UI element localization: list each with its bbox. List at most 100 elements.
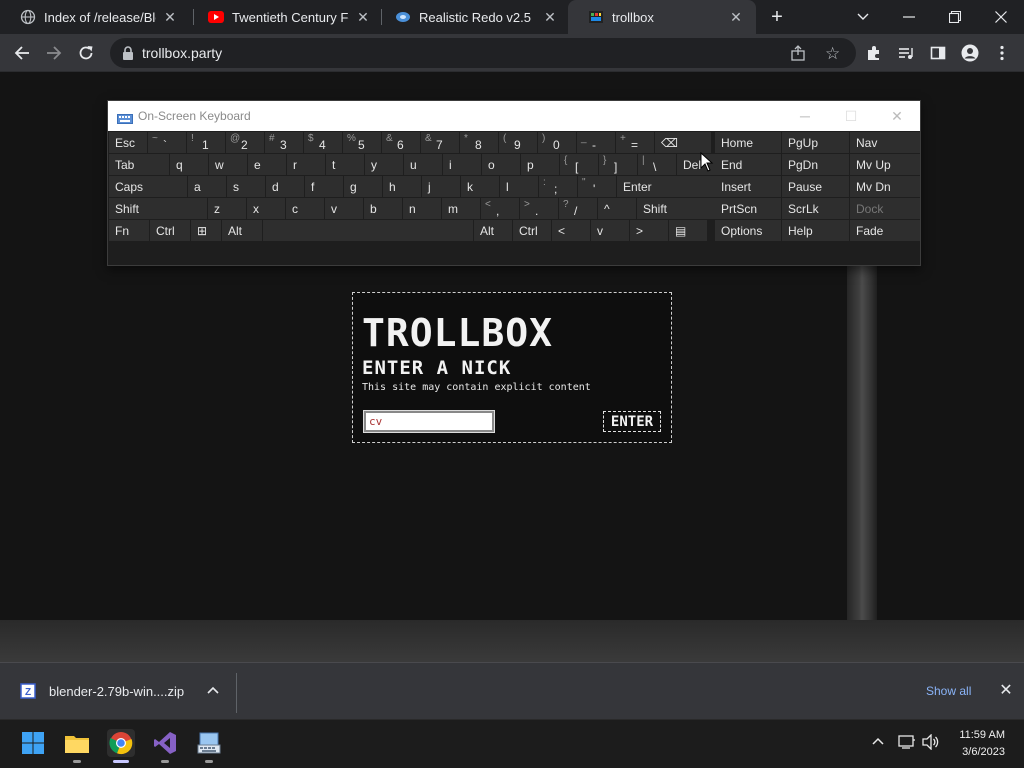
close-icon[interactable]: ✕	[997, 681, 1015, 699]
key-space[interactable]	[263, 220, 473, 241]
network-icon[interactable]	[898, 734, 916, 753]
key-tab[interactable]: Tab	[109, 154, 169, 175]
key-pause[interactable]: Pause	[782, 176, 849, 197]
enter-button[interactable]: ENTER	[603, 411, 661, 432]
key-b[interactable]: b	[364, 198, 402, 219]
key-l[interactable]: l	[500, 176, 538, 197]
lock-icon[interactable]	[120, 45, 136, 61]
key-`[interactable]: ~ `	[148, 132, 186, 153]
key-5[interactable]: % 5	[343, 132, 381, 153]
key-a[interactable]: a	[188, 176, 226, 197]
minimize-button[interactable]	[886, 0, 932, 34]
download-filename[interactable]: blender-2.79b-win....zip	[49, 684, 184, 699]
key-shift[interactable]: Shift	[109, 198, 207, 219]
key-q[interactable]: q	[170, 154, 208, 175]
close-window-button[interactable]	[978, 0, 1024, 34]
key-caps[interactable]: Caps	[109, 176, 187, 197]
key-[interactable]: ⌫	[655, 132, 711, 153]
tab-realistic-redo[interactable]: Realistic Redo v2.5 ✕	[375, 0, 570, 34]
key-z[interactable]: z	[208, 198, 246, 219]
key-r[interactable]: r	[287, 154, 325, 175]
key-n[interactable]: n	[403, 198, 441, 219]
key-o[interactable]: o	[482, 154, 520, 175]
key-6[interactable]: & 6	[382, 132, 420, 153]
visual-studio-icon[interactable]	[151, 729, 179, 757]
key-.[interactable]: >.	[520, 198, 558, 219]
key-c[interactable]: c	[286, 198, 324, 219]
key-insert[interactable]: Insert	[715, 176, 781, 197]
key-enter[interactable]: Enter	[617, 176, 725, 197]
key-e[interactable]: e	[248, 154, 286, 175]
volume-icon[interactable]	[922, 733, 940, 753]
file-explorer-icon[interactable]	[63, 729, 91, 757]
back-button[interactable]	[10, 41, 34, 65]
tab-blender-index[interactable]: Index of /release/Blend ✕	[0, 0, 190, 34]
key-u[interactable]: u	[404, 154, 442, 175]
key-mvdn[interactable]: Mv Dn	[850, 176, 920, 197]
key-v[interactable]: v	[591, 220, 629, 241]
key-pgup[interactable]: PgUp	[782, 132, 849, 153]
tab-search-button[interactable]	[840, 0, 886, 34]
osk-maximize-button[interactable]: ☐	[828, 101, 874, 131]
key-end[interactable]: End	[715, 154, 781, 175]
key-2[interactable]: @2	[226, 132, 264, 153]
key-[interactable]: ▤	[669, 220, 707, 241]
key-[interactable]: <	[552, 220, 590, 241]
key-4[interactable]: $4	[304, 132, 342, 153]
key-f[interactable]: f	[305, 176, 343, 197]
key-fade[interactable]: Fade	[850, 220, 920, 241]
key-9[interactable]: (9	[499, 132, 537, 153]
close-icon[interactable]: ✕	[162, 9, 178, 25]
key-8[interactable]: * 8	[460, 132, 498, 153]
bookmark-star-icon[interactable]: ☆	[825, 44, 840, 64]
key-pgdn[interactable]: PgDn	[782, 154, 849, 175]
key-[interactable]: >	[630, 220, 668, 241]
key-t[interactable]: t	[326, 154, 364, 175]
key-ctrl[interactable]: Ctrl	[150, 220, 190, 241]
key--[interactable]: _ -	[577, 132, 615, 153]
key-fn[interactable]: Fn	[109, 220, 149, 241]
key-0[interactable]: ) 0	[538, 132, 576, 153]
clock-time[interactable]: 11:59 AM	[957, 729, 1005, 741]
clock-date[interactable]: 3/6/2023	[955, 746, 1005, 758]
key-p[interactable]: p	[521, 154, 559, 175]
key-x[interactable]: x	[247, 198, 285, 219]
key-g[interactable]: g	[344, 176, 382, 197]
close-icon[interactable]: ✕	[728, 9, 744, 25]
key-,[interactable]: <,	[481, 198, 519, 219]
key-\[interactable]: | \	[638, 154, 676, 175]
tab-twentieth-century-fox[interactable]: Twentieth Century Fox ✕	[188, 0, 383, 34]
osk-titlebar[interactable]: On-Screen Keyboard ─ ☐ ✕	[108, 101, 920, 131]
key-help[interactable]: Help	[782, 220, 849, 241]
key-=[interactable]: + =	[616, 132, 654, 153]
key-m[interactable]: m	[442, 198, 480, 219]
extensions-button[interactable]	[862, 41, 886, 65]
chrome-icon[interactable]	[107, 729, 135, 757]
key-'[interactable]: " '	[578, 176, 616, 197]
osk-close-button[interactable]: ✕	[874, 101, 920, 131]
key-3[interactable]: #3	[265, 132, 303, 153]
key-dock[interactable]: Dock	[850, 198, 920, 219]
forward-button[interactable]	[42, 41, 66, 65]
on-screen-keyboard-taskbar-icon[interactable]	[195, 729, 223, 757]
key-;[interactable]: :;	[539, 176, 577, 197]
menu-button[interactable]	[990, 41, 1014, 65]
nick-input[interactable]: cv	[363, 410, 495, 433]
key-mvup[interactable]: Mv Up	[850, 154, 920, 175]
key-options[interactable]: Options	[715, 220, 781, 241]
media-control-button[interactable]	[894, 41, 918, 65]
key-h[interactable]: h	[383, 176, 421, 197]
key-][interactable]: }]	[599, 154, 637, 175]
key-nav[interactable]: Nav	[850, 132, 920, 153]
close-icon[interactable]: ✕	[542, 9, 558, 25]
key-ctrl[interactable]: Ctrl	[513, 220, 551, 241]
share-icon[interactable]	[790, 45, 806, 66]
key-alt[interactable]: Alt	[474, 220, 512, 241]
key-i[interactable]: i	[443, 154, 481, 175]
key-w[interactable]: w	[209, 154, 247, 175]
key-j[interactable]: j	[422, 176, 460, 197]
restore-button[interactable]	[932, 0, 978, 34]
key-7[interactable]: & 7	[421, 132, 459, 153]
key-v[interactable]: v	[325, 198, 363, 219]
key-k[interactable]: k	[461, 176, 499, 197]
